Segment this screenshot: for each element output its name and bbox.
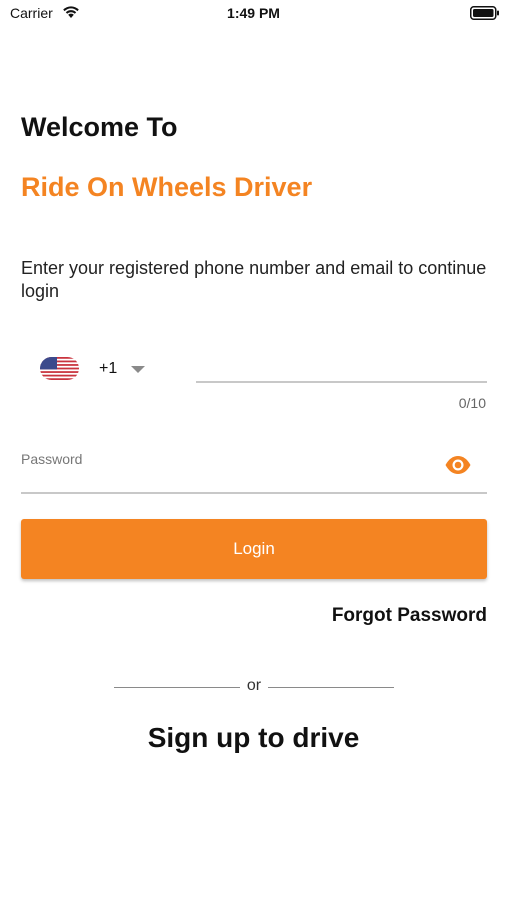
welcome-heading: Welcome To bbox=[21, 112, 178, 142]
phone-char-counter: 0/10 bbox=[458, 395, 486, 411]
login-button[interactable]: Login bbox=[21, 519, 487, 579]
login-instructions: Enter your registered phone number and e… bbox=[21, 258, 487, 301]
or-divider-text: or bbox=[246, 677, 262, 694]
password-label: Password bbox=[21, 451, 83, 467]
brand-heading: Ride On Wheels Driver bbox=[21, 172, 313, 202]
eye-icon[interactable] bbox=[444, 454, 472, 476]
forgot-password-link[interactable]: Forgot Password bbox=[332, 605, 487, 627]
password-input[interactable] bbox=[21, 467, 441, 491]
us-flag-icon[interactable] bbox=[40, 357, 79, 380]
country-code[interactable]: +1 bbox=[99, 360, 117, 378]
sign-up-link[interactable]: Sign up to drive bbox=[0, 722, 507, 754]
status-time: 1:49 PM bbox=[227, 5, 280, 21]
battery-icon bbox=[470, 6, 499, 20]
status-bar: Carrier 1:49 PM bbox=[0, 0, 507, 28]
divider-right bbox=[268, 687, 394, 688]
divider-left bbox=[114, 687, 240, 688]
chevron-down-icon[interactable] bbox=[130, 365, 146, 374]
password-underline bbox=[21, 492, 487, 494]
phone-number-input[interactable] bbox=[196, 355, 487, 383]
